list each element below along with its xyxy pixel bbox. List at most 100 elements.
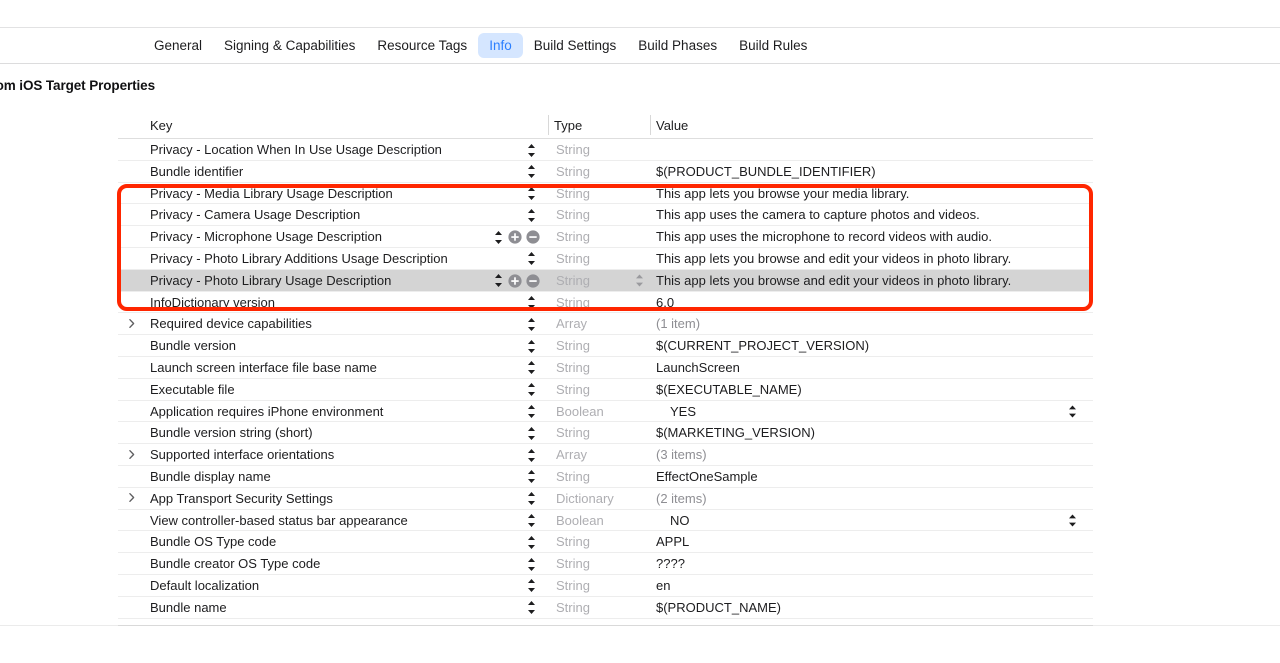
row-key-label[interactable]: Launch screen interface file base name xyxy=(150,360,377,376)
key-stepper-icon[interactable] xyxy=(526,469,537,484)
table-row[interactable]: Required device capabilities Array (1 item… xyxy=(118,313,1093,336)
row-key-label[interactable]: Bundle creator OS Type code xyxy=(150,556,320,572)
table-row[interactable]: View controller-based status bar appeara… xyxy=(118,509,1093,532)
row-type-label[interactable]: String xyxy=(556,469,590,485)
disclosure-triangle-icon[interactable] xyxy=(125,490,139,506)
row-key-label[interactable]: Supported interface orientations xyxy=(150,447,334,463)
key-stepper-icon[interactable] xyxy=(526,143,537,158)
row-type-label[interactable]: String xyxy=(556,425,590,441)
row-type-label[interactable]: String xyxy=(556,556,590,572)
key-stepper-icon[interactable] xyxy=(526,557,537,572)
row-type-label[interactable]: String xyxy=(556,382,590,398)
table-row[interactable]: Bundle OS Type code String APPL xyxy=(118,531,1093,554)
row-key-label[interactable]: Application requires iPhone environment xyxy=(150,404,383,420)
row-key-label[interactable]: Executable file xyxy=(150,382,235,398)
row-key-label[interactable]: Bundle name xyxy=(150,600,227,616)
table-row[interactable]: Bundle version string (short) String $(MAR… xyxy=(118,422,1093,445)
row-type-label[interactable]: String xyxy=(556,207,590,223)
row-key-label[interactable]: Bundle OS Type code xyxy=(150,534,276,550)
table-row[interactable]: Privacy - Media Library Usage Descriptio… xyxy=(118,182,1093,205)
table-row[interactable]: Privacy - Photo Library Usage Descriptio… xyxy=(118,269,1093,292)
key-stepper-icon[interactable] xyxy=(526,164,537,179)
row-value-label[interactable]: This app lets you browse and edit your v… xyxy=(656,251,1011,267)
row-key-label[interactable]: Bundle version string (short) xyxy=(150,425,313,441)
row-type-label[interactable]: String xyxy=(556,251,590,267)
row-value-label[interactable]: EffectOneSample xyxy=(656,469,758,485)
row-type-label[interactable]: String xyxy=(556,229,590,245)
key-stepper-icon[interactable] xyxy=(493,230,504,245)
row-value-label[interactable]: $(CURRENT_PROJECT_VERSION) xyxy=(656,338,869,354)
row-type-label[interactable]: String xyxy=(556,600,590,616)
row-type-label[interactable]: String xyxy=(556,360,590,376)
row-value-label[interactable]: en xyxy=(656,578,670,594)
row-key-label[interactable]: Bundle identifier xyxy=(150,164,243,180)
row-value-label[interactable]: NO xyxy=(670,513,690,529)
column-header-value[interactable]: Value xyxy=(656,118,688,134)
row-key-label[interactable]: Bundle version xyxy=(150,338,236,354)
column-header-key[interactable]: Key xyxy=(150,118,172,134)
row-type-label[interactable]: String xyxy=(556,295,590,311)
table-row[interactable]: Launch screen interface file base name St… xyxy=(118,356,1093,379)
table-row[interactable]: Bundle display name String EffectOneSample xyxy=(118,465,1093,488)
row-value-label[interactable]: (1 item) xyxy=(656,316,700,332)
table-row[interactable]: Supported interface orientations Array (3 … xyxy=(118,444,1093,466)
row-key-label[interactable]: Privacy - Camera Usage Description xyxy=(150,207,360,223)
row-value-label[interactable]: APPL xyxy=(656,534,689,550)
table-row[interactable]: Default localization String en xyxy=(118,574,1093,597)
table-row[interactable]: Privacy - Microphone Usage Description St… xyxy=(118,226,1093,248)
key-stepper-icon[interactable] xyxy=(526,317,537,332)
row-value-label[interactable]: (3 items) xyxy=(656,447,707,463)
row-type-label[interactable]: String xyxy=(556,578,590,594)
row-type-label[interactable]: Array xyxy=(556,447,587,463)
table-row[interactable]: Privacy - Photo Library Additions Usage … xyxy=(118,247,1093,270)
table-row[interactable]: Bundle name String $(PRODUCT_NAME) xyxy=(118,596,1093,619)
key-stepper-icon[interactable] xyxy=(526,535,537,550)
row-value-label[interactable]: This app uses the camera to capture phot… xyxy=(656,207,980,223)
tab-general[interactable]: General xyxy=(143,33,213,58)
table-row[interactable]: Bundle identifier String $(PRODUCT_BUNDLE_… xyxy=(118,160,1093,183)
row-value-label[interactable]: LaunchScreen xyxy=(656,360,740,376)
table-row[interactable]: Bundle version String $(CURRENT_PROJECT_VE… xyxy=(118,335,1093,357)
row-value-label[interactable]: (2 items) xyxy=(656,491,707,507)
tab-signing-capabilities[interactable]: Signing & Capabilities xyxy=(213,33,366,58)
tab-build-settings[interactable]: Build Settings xyxy=(523,33,628,58)
key-stepper-icon[interactable] xyxy=(526,295,537,310)
row-type-label[interactable]: String xyxy=(556,164,590,180)
row-type-label[interactable]: Dictionary xyxy=(556,491,614,507)
row-type-label[interactable]: String xyxy=(556,273,590,289)
key-stepper-icon[interactable] xyxy=(526,491,537,506)
disclosure-triangle-icon[interactable] xyxy=(125,315,139,331)
key-stepper-icon[interactable] xyxy=(526,208,537,223)
row-value-label[interactable]: $(PRODUCT_BUNDLE_IDENTIFIER) xyxy=(656,164,876,180)
tab-build-phases[interactable]: Build Phases xyxy=(627,33,728,58)
tab-build-rules[interactable]: Build Rules xyxy=(728,33,818,58)
row-value-label[interactable]: This app lets you browse your media libr… xyxy=(656,186,909,202)
key-stepper-icon[interactable] xyxy=(526,360,537,375)
row-key-label[interactable]: View controller-based status bar appeara… xyxy=(150,513,408,529)
key-stepper-icon[interactable] xyxy=(526,339,537,354)
remove-row-icon[interactable] xyxy=(526,230,540,244)
row-value-label[interactable]: This app uses the microphone to record v… xyxy=(656,229,992,245)
key-stepper-icon[interactable] xyxy=(526,600,537,615)
type-popup-stepper-icon[interactable] xyxy=(634,273,645,288)
row-key-label[interactable]: Default localization xyxy=(150,578,259,594)
row-value-label[interactable]: $(EXECUTABLE_NAME) xyxy=(656,382,802,398)
table-row[interactable]: App Transport Security Settings Dictionar… xyxy=(118,487,1093,510)
column-header-type[interactable]: Type xyxy=(554,118,582,134)
table-row[interactable]: Bundle creator OS Type code String???? xyxy=(118,553,1093,575)
row-key-label[interactable]: InfoDictionary version xyxy=(150,295,275,311)
row-value-label[interactable]: 6.0 xyxy=(656,295,674,311)
boolean-value-stepper-icon[interactable] xyxy=(1067,404,1078,419)
row-value-label[interactable]: ???? xyxy=(656,556,685,572)
row-type-label[interactable]: Boolean xyxy=(556,404,604,420)
key-stepper-icon[interactable] xyxy=(526,448,537,463)
row-type-label[interactable]: String xyxy=(556,142,590,158)
key-stepper-icon[interactable] xyxy=(526,513,537,528)
key-stepper-icon[interactable] xyxy=(526,186,537,201)
row-key-label[interactable]: Bundle display name xyxy=(150,469,271,485)
row-key-label[interactable]: Privacy - Photo Library Additions Usage … xyxy=(150,251,448,267)
key-stepper-icon[interactable] xyxy=(526,404,537,419)
remove-row-icon[interactable] xyxy=(526,274,540,288)
key-stepper-icon[interactable] xyxy=(526,251,537,266)
row-value-label[interactable]: $(MARKETING_VERSION) xyxy=(656,425,815,441)
